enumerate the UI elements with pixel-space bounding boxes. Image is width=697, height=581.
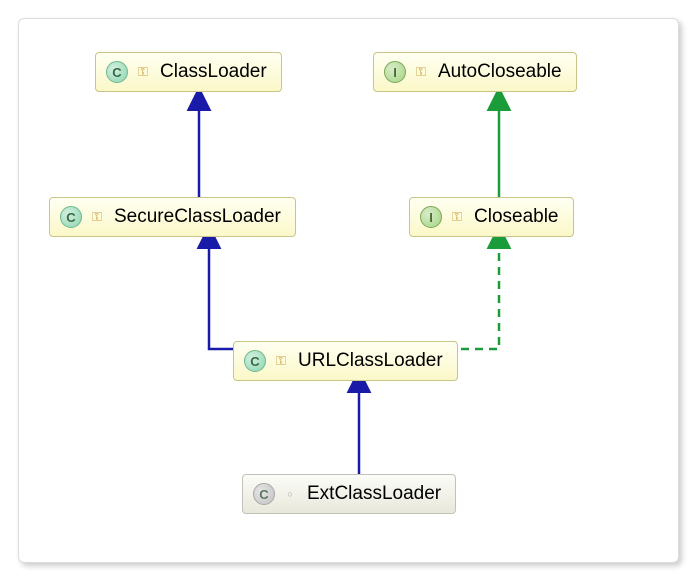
- node-label: AutoCloseable: [438, 61, 562, 83]
- edge-implements: [419, 245, 499, 349]
- node-secure-class-loader[interactable]: C ⚿ SecureClassLoader: [49, 197, 296, 237]
- diagram-frame: C ⚿ ClassLoader I ⚿ AutoCloseable C ⚿ Se…: [18, 18, 679, 563]
- public-modifier-icon: ⚿: [274, 354, 288, 368]
- node-label: SecureClassLoader: [114, 206, 281, 228]
- public-modifier-icon: ⚿: [136, 65, 150, 79]
- interface-icon: I: [420, 206, 442, 228]
- node-auto-closeable[interactable]: I ⚿ AutoCloseable: [373, 52, 577, 92]
- class-icon: C: [60, 206, 82, 228]
- class-icon: C: [244, 350, 266, 372]
- public-modifier-icon: ⚿: [450, 210, 464, 224]
- node-closeable[interactable]: I ⚿ Closeable: [409, 197, 574, 237]
- edge-extends: [209, 245, 339, 349]
- node-url-class-loader[interactable]: C ⚿ URLClassLoader: [233, 341, 458, 381]
- node-label: ExtClassLoader: [307, 483, 441, 505]
- node-label: ClassLoader: [160, 61, 267, 83]
- private-modifier-icon: ○: [283, 487, 297, 501]
- node-ext-class-loader[interactable]: C ○ ExtClassLoader: [242, 474, 456, 514]
- class-icon: C: [253, 483, 275, 505]
- class-icon: C: [106, 61, 128, 83]
- node-class-loader[interactable]: C ⚿ ClassLoader: [95, 52, 282, 92]
- interface-icon: I: [384, 61, 406, 83]
- node-label: Closeable: [474, 206, 559, 228]
- node-label: URLClassLoader: [298, 350, 443, 372]
- public-modifier-icon: ⚿: [90, 210, 104, 224]
- public-modifier-icon: ⚿: [414, 65, 428, 79]
